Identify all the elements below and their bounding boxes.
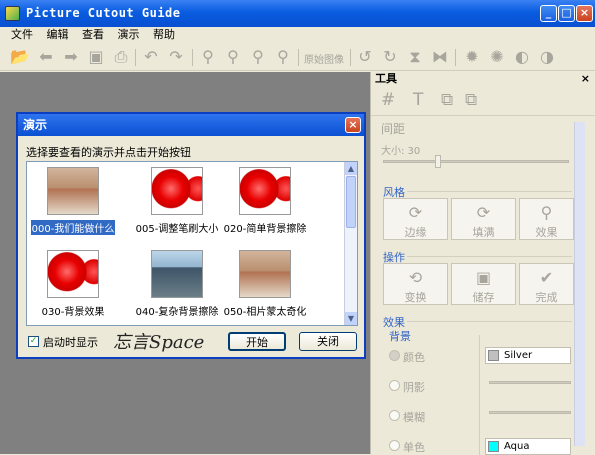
toolbar: 📂 ⬅ ➡ ▣ ⎙ ↶ ↷ ⚲ ⚲ ⚲ ⚲ 原始图像 ↺ ↻ ⧗ ⧓ ✹ ✺ ◐… [0,43,595,71]
demo-item-000[interactable]: 000-我们能做什么 [31,167,115,243]
undo-icon[interactable]: ↶ [141,47,161,67]
demo-thumbnail [151,250,203,298]
startup-checkbox[interactable]: ✓ [28,336,39,347]
size-label: 大小: 30 [381,146,421,157]
bg-option-shadow: 阴影 [403,381,425,394]
close-dialog-button[interactable]: 关闭 [299,332,357,351]
window-title: Picture Cutout Guide [26,6,181,20]
back-arrow-icon[interactable]: ⬅ [36,47,56,67]
save-icon[interactable]: ▣ [86,47,106,67]
radio-shadow[interactable] [389,380,400,391]
fill-icon: ⟳ [476,203,491,222]
bg-option-blur: 模糊 [403,411,425,424]
shadow-slider[interactable] [489,381,571,384]
size-slider[interactable] [383,160,569,163]
contrast-icon[interactable]: ◐ [512,47,532,67]
layer-down-icon[interactable]: ⧉ [465,90,477,110]
demo-item-040[interactable]: 040-复杂背景擦除 [135,250,219,326]
effect-icon: ⚲ [540,203,553,222]
demo-dialog: 演示 × 选择要查看的演示并点击开始按钮 000-我们能做什么 005-调整笔刷… [16,112,366,359]
menu-help[interactable]: 帮助 [148,27,180,43]
store-button[interactable]: ▣ 储存 [451,263,516,305]
flip-horizontal-icon[interactable]: ⧓ [430,47,450,67]
panel-title: 工具 [375,72,397,85]
start-button[interactable]: 开始 [228,332,286,351]
demo-thumbnail [47,167,99,215]
menu-file[interactable]: 文件 [6,27,38,43]
radio-blur[interactable] [389,410,400,421]
transform-icon: ⟲ [408,268,423,287]
effect-button[interactable]: ⚲ 效果 [519,198,574,240]
radio-mono[interactable] [389,440,400,451]
menu-bar: 文件 编辑 查看 演示 帮助 [0,27,595,43]
original-image-button[interactable]: 原始图像 [304,51,344,66]
demo-list-scrollbar[interactable]: ▲ ▼ [344,162,357,325]
edge-icon: ⟳ [408,203,423,222]
layer-up-icon[interactable]: ⧉ [441,90,453,110]
store-icon: ▣ [475,268,492,287]
fill-button[interactable]: ⟳ 填满 [451,198,516,240]
color-select-aqua[interactable]: Aqua [485,438,571,455]
startup-checkbox-label: 启动时显示 [43,336,98,349]
close-button[interactable]: × [576,5,593,22]
open-folder-icon[interactable]: 📂 [10,47,30,67]
brightness-icon[interactable]: ✹ [462,47,482,67]
demo-thumbnail [239,250,291,298]
demo-thumbnail [239,167,291,215]
demo-thumbnail [151,167,203,215]
finish-button[interactable]: ✔ 完成 [519,263,574,305]
zoom-fit-icon[interactable]: ⚲ [248,47,268,67]
panel-close-button[interactable]: × [581,72,590,86]
minimize-button[interactable]: _ [540,5,557,22]
menu-demo[interactable]: 演示 [113,27,145,43]
forward-arrow-icon[interactable]: ➡ [61,47,81,67]
demo-item-050[interactable]: 050-相片蒙太奇化 [223,250,307,326]
dialog-title: 演示 [23,118,48,132]
flip-vertical-icon[interactable]: ⧗ [405,47,425,67]
zoom-in-icon[interactable]: ⚲ [198,47,218,67]
rotate-left-icon[interactable]: ↺ [355,47,375,67]
dialog-close-button[interactable]: × [345,117,361,133]
scroll-thumb[interactable] [346,176,356,228]
panel-scrollbar[interactable] [574,122,585,446]
app-icon [5,6,20,21]
menu-edit[interactable]: 编辑 [42,27,74,43]
demo-item-005[interactable]: 005-调整笔刷大小 [135,167,219,243]
demo-list[interactable]: 000-我们能做什么 005-调整笔刷大小 020-简单背景擦除 030-背景效… [26,161,358,326]
silver-swatch [488,350,499,361]
print-icon[interactable]: ⎙ [111,47,131,67]
color-select-silver[interactable]: Silver [485,347,571,364]
demo-thumbnail [47,250,99,298]
bg-option-color: 颜色 [403,351,425,364]
rotate-right-icon[interactable]: ↻ [380,47,400,67]
sharpen-icon[interactable]: ✺ [487,47,507,67]
grid-tool-icon[interactable]: # [381,90,395,110]
zoom-actual-icon[interactable]: ⚲ [273,47,293,67]
scroll-up-arrow-icon[interactable]: ▲ [345,162,357,175]
demo-item-030[interactable]: 030-背景效果 [31,250,115,326]
size-slider-handle[interactable] [435,155,441,168]
saturation-icon[interactable]: ◑ [537,47,557,67]
tools-panel: 工具 × # T ⧉ ⧉ 间距 大小: 30 风格 ⟳ 边缘 ⟳ 填满 ⚲ 效果 操作… [370,72,595,455]
spacing-title: 间距 [381,122,406,136]
menu-view[interactable]: 查看 [77,27,109,43]
edge-button[interactable]: ⟳ 边缘 [383,198,448,240]
radio-color[interactable] [389,350,400,361]
checkmark-icon: ✔ [539,268,554,287]
scroll-down-arrow-icon[interactable]: ▼ [345,312,357,325]
bg-option-mono: 单色 [403,441,425,454]
background-title: 背景 [389,330,411,343]
redo-icon[interactable]: ↷ [166,47,186,67]
demo-item-020[interactable]: 020-简单背景擦除 [223,167,307,243]
blur-slider[interactable] [489,411,571,414]
aqua-swatch [488,441,499,452]
space-logo: 忘言Space [113,332,205,353]
window-titlebar: Picture Cutout Guide _ □ × [0,0,595,27]
maximize-button[interactable]: □ [558,5,575,22]
transform-button[interactable]: ⟲ 变换 [383,263,448,305]
text-tool-icon[interactable]: T [413,90,423,110]
zoom-out-icon[interactable]: ⚲ [223,47,243,67]
dialog-instruction: 选择要查看的演示并点击开始按钮 [26,146,191,159]
